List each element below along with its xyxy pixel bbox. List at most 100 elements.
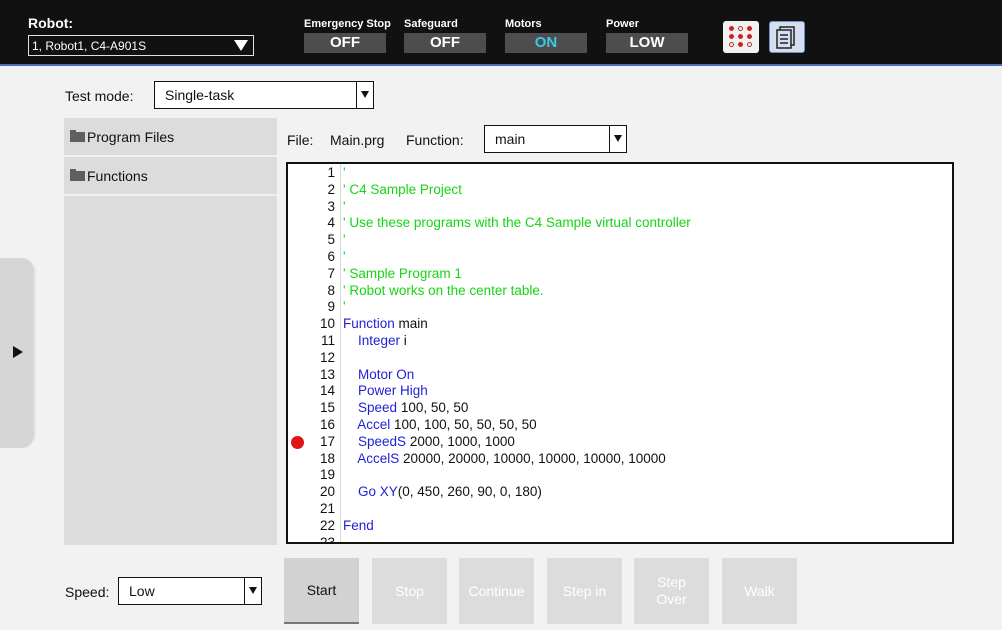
speed-value: Low <box>129 583 155 599</box>
tree-item-functions[interactable]: Functions <box>64 157 277 196</box>
robot-select[interactable]: 1, Robot1, C4-A901S <box>28 35 254 56</box>
code-line[interactable]: 4 ' Use these programs with the C4 Sample… <box>288 215 952 232</box>
code-line[interactable]: 15 Speed 100, 50, 50 <box>288 400 952 417</box>
status-value: OFF <box>304 33 386 53</box>
line-number: 16 <box>319 417 335 432</box>
line-number: 9 <box>327 299 335 315</box>
code-keyword: Function <box>343 316 395 332</box>
code-line[interactable]: 6 ' <box>288 249 952 266</box>
speed-select[interactable]: Low <box>118 577 262 605</box>
file-label: File: <box>287 132 314 148</box>
code-line[interactable]: 7 ' Sample Program 1 <box>288 266 952 283</box>
function-select[interactable]: main <box>484 125 627 153</box>
line-number: 23 <box>319 534 335 544</box>
code-line[interactable]: 14 Power High <box>288 383 952 400</box>
code-keyword: Integer <box>358 333 401 348</box>
code-text: ' Use these programs with the C4 Sample … <box>343 215 691 232</box>
code-keyword: Accel <box>357 417 391 432</box>
code-line[interactable]: 23 <box>288 534 952 544</box>
line-number: 17 <box>319 433 335 449</box>
line-number: 12 <box>319 349 335 365</box>
code-keyword: SpeedS <box>358 433 407 449</box>
step-over-button[interactable]: Step Over <box>634 558 709 624</box>
test-mode-select[interactable]: Single-task <box>154 81 374 109</box>
code-comment: ' Robot works on the center table. <box>343 282 544 298</box>
code-line[interactable]: 20 Go XY(0, 450, 260, 90, 0, 180) <box>288 484 952 501</box>
code-line[interactable]: 2 ' C4 Sample Project <box>288 182 952 199</box>
continue-button[interactable]: Continue <box>459 558 534 624</box>
code-text: ' <box>343 199 346 216</box>
code-text: ' <box>343 249 346 266</box>
status-value: OFF <box>404 33 486 53</box>
code-line[interactable]: 5 ' <box>288 232 952 249</box>
code-keyword: Go XY <box>358 484 398 500</box>
start-button[interactable]: Start <box>284 558 359 624</box>
status-value: ON <box>505 33 587 53</box>
code-line[interactable]: 22 Fend <box>288 518 952 535</box>
code-line[interactable]: 9 ' <box>288 299 952 316</box>
code-line[interactable]: 11 Integer i <box>288 333 952 350</box>
code-token: 20000, 20000, 10000, 10000, 10000, 10000 <box>399 450 666 466</box>
code-line[interactable]: 18 AccelS 20000, 20000, 10000, 10000, 10… <box>288 451 952 468</box>
code-editor[interactable]: 1 ' 2 ' C4 Sample Project 3 ' 4 ' Use these pro… <box>286 162 954 544</box>
code-token: 100, 50, 50 <box>397 400 469 416</box>
line-number: 22 <box>319 517 335 533</box>
code-text: ' Robot works on the center table. <box>343 283 544 300</box>
code-token: main <box>394 316 428 332</box>
line-number: 5 <box>327 232 335 248</box>
code-line[interactable]: 21 <box>288 501 952 518</box>
line-number: 3 <box>327 198 335 214</box>
code-text: ' C4 Sample Project <box>343 182 462 199</box>
line-number: 6 <box>327 249 335 264</box>
code-token: i <box>400 333 407 348</box>
chevron-down-icon <box>234 40 248 51</box>
line-number: 4 <box>327 215 335 231</box>
line-number: 13 <box>319 366 335 382</box>
expand-arrow-icon <box>13 346 23 358</box>
robot-select-value: 1, Robot1, C4-A901S <box>32 39 147 53</box>
function-label: Function: <box>406 132 464 148</box>
code-comment: ' <box>343 165 346 180</box>
code-line[interactable]: 17 SpeedS 2000, 1000, 1000 <box>288 434 952 451</box>
tree-item-program-files[interactable]: Program Files <box>64 118 277 157</box>
code-comment: ' <box>343 198 346 214</box>
top-bar: Robot: 1, Robot1, C4-A901S Emergency Sto… <box>0 0 1002 66</box>
code-line[interactable]: 13 Motor On <box>288 367 952 384</box>
code-comment: ' <box>343 249 346 264</box>
function-value: main <box>495 131 526 147</box>
code-comment: ' <box>343 299 346 315</box>
code-keyword: Power High <box>358 383 428 399</box>
code-line[interactable]: 16 Accel 100, 100, 50, 50, 50, 50 <box>288 417 952 434</box>
code-text: ' <box>343 299 346 316</box>
code-comment: ' C4 Sample Project <box>343 181 462 197</box>
walk-button[interactable]: Walk <box>722 558 797 624</box>
stop-button[interactable]: Stop <box>372 558 447 624</box>
io-dots-icon[interactable] <box>723 21 759 53</box>
chevron-down-icon <box>609 126 626 152</box>
task-manager-icon[interactable] <box>769 21 805 53</box>
file-name: Main.prg <box>330 132 385 148</box>
code-keyword: Fend <box>343 517 374 533</box>
line-number: 10 <box>319 316 335 332</box>
emergency-stop-status: Emergency Stop OFF <box>304 18 391 53</box>
tree-item-label: Functions <box>87 168 148 184</box>
code-line[interactable]: 10 Function main <box>288 316 952 333</box>
code-text: Accel 100, 100, 50, 50, 50, 50 <box>343 417 537 434</box>
code-line[interactable]: 1 ' <box>288 165 952 182</box>
chevron-down-icon <box>356 82 373 108</box>
code-text: Integer i <box>343 333 407 350</box>
code-line[interactable]: 8 ' Robot works on the center table. <box>288 283 952 300</box>
side-panel-expander[interactable] <box>0 258 36 448</box>
code-line[interactable]: 12 <box>288 350 952 367</box>
code-line[interactable]: 3 ' <box>288 199 952 216</box>
safeguard-status: Safeguard OFF <box>404 18 486 53</box>
code-comment: ' Sample Program 1 <box>343 265 462 281</box>
line-number: 20 <box>319 484 335 500</box>
step-in-button[interactable]: Step in <box>547 558 622 624</box>
line-number: 7 <box>327 265 335 281</box>
code-token: 100, 100, 50, 50, 50, 50 <box>390 417 537 432</box>
code-line[interactable]: 19 <box>288 467 952 484</box>
